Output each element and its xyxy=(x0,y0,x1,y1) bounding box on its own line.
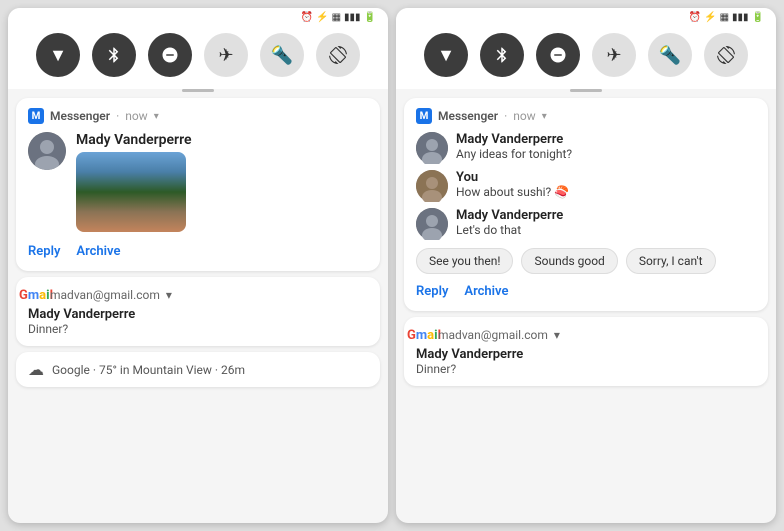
right-notif-chevron: ▾ xyxy=(542,111,547,122)
conv-text-3: Mady Vanderperre Let's do that xyxy=(456,208,563,237)
photo-preview xyxy=(76,152,186,232)
left-archive-button[interactable]: Archive xyxy=(76,242,120,261)
messenger-app-icon: M xyxy=(28,108,44,124)
right-gmail-notification: Gmail madvan@gmail.com ▾ Mady Vanderperr… xyxy=(404,317,768,386)
left-reply-button[interactable]: Reply xyxy=(28,242,60,261)
left-gmail-sender: Mady Vanderperre xyxy=(28,307,368,322)
left-panel: ⏰ ⚡ ▦ ▮▮▮ 🔋 ▼ ✈ 🔦 M Messen xyxy=(8,8,388,523)
right-app-name: Messenger xyxy=(438,109,498,123)
right-dnd-button[interactable] xyxy=(536,33,580,77)
conv-name-2: You xyxy=(456,170,569,185)
right-gmail-icon: Gmail xyxy=(416,327,432,343)
battery-icon: 🔋 xyxy=(364,12,376,23)
wifi-button[interactable]: ▼ xyxy=(36,33,80,77)
right-network-icon: ▮▮▮ xyxy=(732,12,749,23)
left-app-name: Messenger xyxy=(50,109,110,123)
left-gmail-subject: Dinner? xyxy=(28,322,368,336)
right-rotate-button[interactable] xyxy=(704,33,748,77)
right-gmail-sender: Mady Vanderperre xyxy=(416,347,756,362)
conv-row-3: Mady Vanderperre Let's do that xyxy=(416,208,756,240)
right-archive-button[interactable]: Archive xyxy=(464,282,508,301)
left-action-buttons: Reply Archive xyxy=(28,242,368,261)
left-messenger-notification: M Messenger · now ▾ Mady Vanderperre xyxy=(16,98,380,271)
right-bluetooth-button[interactable] xyxy=(480,33,524,77)
right-status-bar: ⏰ ⚡ ▦ ▮▮▮ 🔋 xyxy=(396,8,776,25)
conv-row-1: Mady Vanderperre Any ideas for tonight? xyxy=(416,132,756,164)
right-wifi-button[interactable]: ▼ xyxy=(424,33,468,77)
flashlight-button[interactable]: 🔦 xyxy=(260,33,304,77)
conv-msg-2: How about sushi? 🍣 xyxy=(456,185,569,199)
conv-avatar-you xyxy=(416,170,448,202)
network-icon: ▮▮▮ xyxy=(344,12,361,23)
right-quick-settings: ▼ ✈ 🔦 xyxy=(396,25,776,89)
right-alarm-icon: ⏰ xyxy=(689,12,701,23)
conv-text-1: Mady Vanderperre Any ideas for tonight? xyxy=(456,132,572,161)
left-google-notification: ☁ Google · 75° in Mountain View · 26m xyxy=(16,352,380,387)
dnd-button[interactable] xyxy=(148,33,192,77)
quick-reply-sorry[interactable]: Sorry, I can't xyxy=(626,248,716,274)
left-messenger-content: Mady Vanderperre xyxy=(28,132,368,232)
left-gmail-chevron: ▾ xyxy=(166,288,172,302)
right-reply-button[interactable]: Reply xyxy=(416,282,448,301)
bluetooth-button[interactable] xyxy=(92,33,136,77)
drag-handle xyxy=(182,89,214,92)
left-sender-name: Mady Vanderperre xyxy=(76,132,192,148)
right-action-buttons: Reply Archive xyxy=(416,282,756,301)
right-gmail-body: Mady Vanderperre Dinner? xyxy=(416,347,756,376)
left-notif-time: now xyxy=(125,109,148,123)
right-battery-icon: 🔋 xyxy=(752,12,764,23)
left-quick-settings: ▼ ✈ 🔦 xyxy=(8,25,388,89)
right-flashlight-button[interactable]: 🔦 xyxy=(648,33,692,77)
left-notif-chevron: ▾ xyxy=(154,111,159,122)
right-airplane-button[interactable]: ✈ xyxy=(592,33,636,77)
right-gmail-chevron: ▾ xyxy=(554,328,560,342)
left-gmail-email: madvan@gmail.com xyxy=(50,288,160,302)
cloud-icon: ☁ xyxy=(28,360,44,379)
conv-text-2: You How about sushi? 🍣 xyxy=(456,170,569,199)
right-notif-time: now xyxy=(513,109,536,123)
right-notif-header: M Messenger · now ▾ xyxy=(416,108,756,124)
quick-reply-see-you[interactable]: See you then! xyxy=(416,248,513,274)
google-weather-text: Google · 75° in Mountain View · 26m xyxy=(52,363,245,377)
right-bluetooth-icon: ⚡ xyxy=(704,12,716,23)
conv-msg-1: Any ideas for tonight? xyxy=(456,147,572,161)
right-gmail-email: madvan@gmail.com xyxy=(438,328,548,342)
left-gmail-notification: Gmail madvan@gmail.com ▾ Mady Vanderperr… xyxy=(16,277,380,346)
right-panel: ⏰ ⚡ ▦ ▮▮▮ 🔋 ▼ ✈ 🔦 M Messen xyxy=(396,8,776,523)
left-gmail-body: Mady Vanderperre Dinner? xyxy=(28,307,368,336)
right-drag-handle xyxy=(570,89,602,92)
conv-msg-3: Let's do that xyxy=(456,223,563,237)
right-gmail-subject: Dinner? xyxy=(416,362,756,376)
left-sender-avatar xyxy=(28,132,66,170)
conversation-messages: Mady Vanderperre Any ideas for tonight? xyxy=(416,132,756,240)
conv-name-1: Mady Vanderperre xyxy=(456,132,572,147)
left-status-bar: ⏰ ⚡ ▦ ▮▮▮ 🔋 xyxy=(8,8,388,25)
quick-reply-chips: See you then! Sounds good Sorry, I can't xyxy=(416,248,756,274)
left-notif-header: M Messenger · now ▾ xyxy=(28,108,368,124)
conv-row-2: You How about sushi? 🍣 xyxy=(416,170,756,202)
gmail-icon: Gmail xyxy=(28,287,44,303)
bluetooth-icon: ⚡ xyxy=(316,12,328,23)
right-messenger-notification: M Messenger · now ▾ xyxy=(404,98,768,311)
conv-avatar-mady-2 xyxy=(416,208,448,240)
conv-name-3: Mady Vanderperre xyxy=(456,208,563,223)
alarm-icon: ⏰ xyxy=(301,12,313,23)
signal-icon: ▦ xyxy=(332,12,341,23)
quick-reply-sounds-good[interactable]: Sounds good xyxy=(521,248,617,274)
right-messenger-app-icon: M xyxy=(416,108,432,124)
airplane-button[interactable]: ✈ xyxy=(204,33,248,77)
rotate-button[interactable] xyxy=(316,33,360,77)
conv-avatar-mady-1 xyxy=(416,132,448,164)
right-gmail-header: Gmail madvan@gmail.com ▾ xyxy=(416,327,756,343)
right-signal-icon: ▦ xyxy=(720,12,729,23)
left-gmail-header: Gmail madvan@gmail.com ▾ xyxy=(28,287,368,303)
